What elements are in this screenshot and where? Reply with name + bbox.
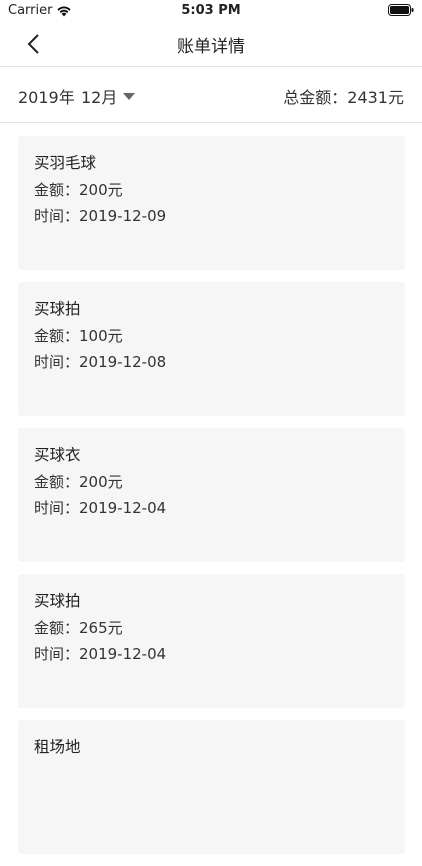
bill-name: 买球拍	[34, 592, 81, 610]
month-label: 12月	[81, 88, 118, 107]
bill-time: 时间：2019-12-08	[34, 353, 167, 371]
bill-time: 时间：2019-12-04	[34, 499, 167, 517]
bill-amount: 金额：200元	[34, 180, 123, 199]
nav-bar: 账单详情	[0, 22, 422, 66]
bill-card[interactable]: 买球衣 金额：200元 时间：2019-12-04	[18, 428, 405, 562]
status-right	[388, 4, 414, 20]
bill-list: 买羽毛球 金额：200元 时间：2019-12-09 买球拍 金额：100元 时…	[18, 136, 405, 866]
bill-name: 买羽毛球	[34, 154, 97, 172]
battery-icon	[388, 4, 414, 16]
bill-card[interactable]: 买羽毛球 金额：200元 时间：2019-12-09	[18, 136, 405, 270]
status-bar: Carrier 5:03 PM	[0, 0, 422, 22]
bill-card[interactable]: 买球拍 金额：265元 时间：2019-12-04	[18, 574, 405, 708]
month-picker[interactable]: 12月	[81, 84, 136, 108]
bill-name: 买球拍	[34, 300, 81, 318]
bill-time: 时间：2019-12-04	[34, 645, 167, 663]
bill-amount: 金额：100元	[34, 326, 123, 345]
bill-amount: 金额：200元	[34, 472, 123, 491]
filter-bar: 2019年 12月 总金额：2431元	[0, 66, 422, 123]
page-title: 账单详情	[177, 37, 245, 57]
bill-name: 买球衣	[34, 446, 81, 464]
caret-down-icon	[123, 92, 136, 100]
total-amount: 总金额：2431元	[283, 88, 404, 107]
bill-amount: 金额：265元	[34, 618, 123, 637]
bill-card[interactable]: 买球拍 金额：100元 时间：2019-12-08	[18, 282, 405, 416]
bill-card[interactable]: 租场地	[18, 720, 405, 854]
bill-time: 时间：2019-12-09	[34, 207, 167, 225]
bill-name: 租场地	[34, 738, 81, 756]
status-time: 5:03 PM	[181, 3, 241, 18]
year-picker[interactable]: 2019年	[18, 84, 75, 108]
